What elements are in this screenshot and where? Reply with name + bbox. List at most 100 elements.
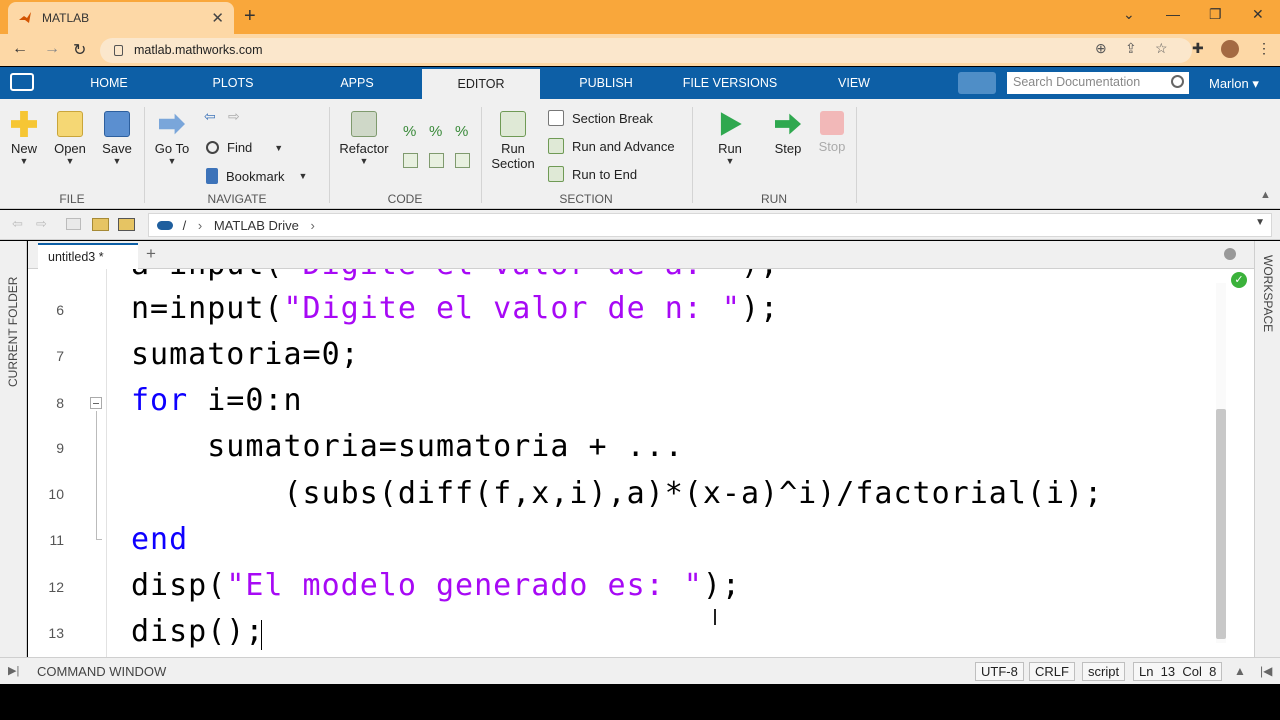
code-line-13[interactable]: disp(); (131, 614, 264, 649)
path-forward-icon[interactable]: ⇨ (36, 216, 47, 232)
expand-command-window-icon[interactable]: ▶| (8, 664, 19, 677)
up-folder-icon[interactable] (66, 218, 81, 230)
stop-square-icon (820, 111, 844, 135)
extensions-icon[interactable]: ✚ (1192, 40, 1204, 57)
user-menu[interactable]: Marlon ▾ (1209, 76, 1259, 92)
path-field[interactable]: / › MATLAB Drive › ▼ (148, 213, 1272, 237)
tab-view[interactable]: VIEW (820, 67, 888, 99)
goto-button[interactable]: Go To ▼ (150, 111, 194, 166)
browser-tab-strip: MATLAB ✕ + ⌄ — ❐ ✕ (0, 0, 1280, 34)
editor-scrollbar[interactable] (1210, 269, 1230, 657)
tab-file-versions[interactable]: FILE VERSIONS (676, 67, 784, 99)
browser-tab[interactable]: MATLAB ✕ (8, 2, 234, 34)
comment-icon[interactable]: % (403, 123, 416, 140)
decrease-indent-icon[interactable] (429, 153, 444, 168)
new-button[interactable]: New ▼ (4, 111, 44, 166)
stop-button[interactable]: Stop (810, 111, 854, 154)
close-tab-icon[interactable]: ✕ (211, 9, 224, 27)
chevron-right-icon: › (310, 218, 315, 233)
refactor-label: Refactor (339, 141, 389, 156)
add-editor-tab-button[interactable]: + (146, 244, 156, 264)
code-analyzer-ok-icon[interactable]: ✓ (1231, 272, 1247, 288)
collapse-ribbon-icon[interactable]: ▲ (1260, 189, 1271, 201)
run-to-end-button[interactable]: Run to End (548, 166, 637, 182)
command-window-label[interactable]: COMMAND WINDOW (37, 664, 166, 679)
scroll-thumb[interactable] (1216, 409, 1226, 639)
share-icon[interactable]: ⇪ (1125, 40, 1137, 57)
reload-icon[interactable]: ↻ (73, 40, 86, 60)
find-button[interactable]: Find ▼ (206, 140, 283, 155)
line-number: 5 (28, 269, 64, 270)
profile-avatar[interactable] (1221, 40, 1239, 58)
navigate-section-label: NAVIGATE (207, 192, 267, 206)
bookmark-star-icon[interactable]: ☆ (1155, 40, 1168, 57)
encoding-indicator[interactable]: UTF-8 (975, 662, 1024, 681)
line-ending-indicator[interactable]: CRLF (1029, 662, 1075, 681)
user-name: Marlon (1209, 76, 1249, 91)
back-icon[interactable]: ← (12, 40, 28, 58)
section-break-button[interactable]: Section Break (548, 110, 653, 126)
current-folder-label[interactable]: CURRENT FOLDER (6, 277, 20, 387)
open-caret-icon: ▼ (65, 156, 75, 166)
code-editor[interactable]: 5 6 7 8 9 10 11 12 13 a=input("Digite el… (28, 269, 1254, 657)
current-folder-panel[interactable]: CURRENT FOLDER (0, 241, 27, 657)
close-editor-icon[interactable] (1224, 248, 1236, 260)
address-bar[interactable]: matlab.mathworks.com (100, 38, 1192, 63)
browse-folder-icon[interactable] (92, 218, 109, 231)
path-folder[interactable]: MATLAB Drive (214, 218, 299, 233)
code-line-9[interactable]: sumatoria=sumatoria + ... (131, 429, 684, 464)
increase-indent-icon[interactable] (455, 153, 470, 168)
tab-publish[interactable]: PUBLISH (566, 67, 646, 99)
code-line-10[interactable]: (subs(diff(f,x,i),a)*(x-a)^i)/factorial(… (131, 476, 1103, 511)
code-line-5[interactable]: a=input("Digite el valor de a: "); (131, 269, 779, 282)
tab-apps[interactable]: APPS (320, 67, 394, 99)
uncomment-icon[interactable]: % (429, 123, 442, 140)
forward-arrow-icon[interactable]: ⇨ (228, 108, 240, 125)
workspace-label[interactable]: WORKSPACE (1261, 255, 1275, 332)
run-button[interactable]: Run ▼ (708, 111, 752, 166)
search-documentation-input[interactable]: Search Documentation (1007, 72, 1189, 94)
wrap-comments-icon[interactable]: % (455, 123, 468, 140)
run-section-button[interactable]: Run Section (486, 111, 540, 171)
maximize-button[interactable]: ❐ (1209, 6, 1222, 23)
run-label: Run (718, 141, 742, 156)
fold-toggle-icon[interactable] (90, 397, 102, 409)
editor-tab-label: untitled3 * (48, 250, 104, 264)
search-placeholder: Search Documentation (1013, 75, 1141, 89)
code-line-6[interactable]: n=input("Digite el valor de n: "); (131, 291, 779, 326)
tab-plots[interactable]: PLOTS (196, 67, 270, 99)
path-back-icon[interactable]: ⇦ (12, 216, 23, 232)
code-line-8[interactable]: for i=0:n (131, 383, 303, 418)
code-line-11[interactable]: end (131, 522, 188, 557)
tab-search-icon[interactable]: ⌄ (1123, 6, 1135, 23)
editor-tab-untitled3[interactable]: untitled3 * (38, 243, 138, 269)
matlab-window-icon[interactable] (10, 73, 34, 91)
code-line-12[interactable]: disp("El modelo generado es: "); (131, 568, 741, 603)
search-icon[interactable] (1171, 75, 1184, 88)
open-button[interactable]: Open ▼ (50, 111, 90, 166)
smart-indent-icon[interactable] (403, 153, 418, 168)
step-button[interactable]: Step (766, 111, 810, 156)
close-window-button[interactable]: ✕ (1252, 6, 1264, 23)
tab-home[interactable]: HOME (72, 67, 146, 99)
file-type-indicator[interactable]: script (1082, 662, 1126, 681)
path-dropdown-icon[interactable]: ▼ (1255, 217, 1265, 228)
save-button[interactable]: Save ▼ (97, 111, 137, 166)
status-up-icon[interactable]: ▲ (1234, 664, 1246, 678)
refactor-button[interactable]: Refactor ▼ (336, 111, 392, 166)
open-folder-icon[interactable] (118, 218, 135, 231)
tab-editor[interactable]: EDITOR (422, 67, 540, 99)
run-and-advance-button[interactable]: Run and Advance (548, 138, 675, 154)
workspace-panel[interactable]: WORKSPACE (1254, 241, 1280, 657)
new-tab-button[interactable]: + (244, 5, 256, 28)
forward-icon[interactable]: → (44, 40, 60, 58)
back-arrow-icon[interactable]: ⇦ (204, 108, 216, 125)
minimize-button[interactable]: — (1166, 6, 1180, 22)
status-collapse-icon[interactable]: |◀ (1260, 664, 1272, 678)
bookmark-button[interactable]: Bookmark ▼ (206, 168, 307, 184)
code-line-7[interactable]: sumatoria=0; (131, 337, 360, 372)
zoom-icon[interactable]: ⊕ (1095, 40, 1107, 57)
run-to-end-icon (548, 166, 564, 182)
help-icon[interactable] (958, 72, 996, 94)
browser-menu-icon[interactable]: ⋮ (1257, 40, 1271, 57)
